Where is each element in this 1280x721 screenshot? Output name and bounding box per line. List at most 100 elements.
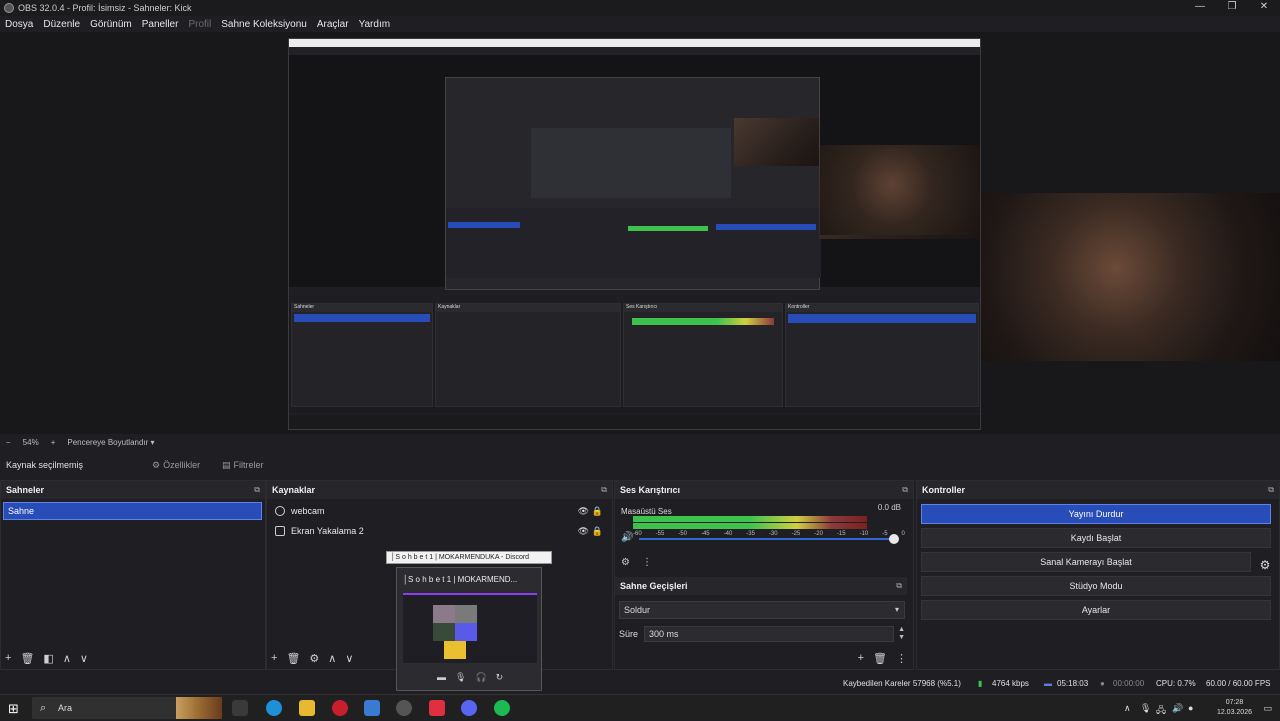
task-view-icon[interactable] <box>232 700 248 716</box>
video-icon[interactable]: ▬ <box>437 672 446 683</box>
mixer-title: Ses Karıştırıcı <box>620 485 681 495</box>
taskbar-search[interactable]: ⌕ Ara <box>32 697 222 719</box>
stop-stream-button[interactable]: Yayını Durdur <box>921 504 1271 524</box>
volume-icon[interactable]: 🔊 <box>1172 703 1183 714</box>
menu-edit[interactable]: Düzenle <box>43 19 80 30</box>
notifications-icon[interactable]: ▭ <box>1263 703 1272 714</box>
settings-button[interactable]: Ayarlar <box>921 600 1271 620</box>
mixer-settings-icon[interactable]: ⚙ <box>621 557 630 568</box>
virtual-camera-settings-icon[interactable]: ⚙ <box>1255 555 1275 575</box>
menu-file[interactable]: Dosya <box>5 19 33 30</box>
zoom-mode-select[interactable]: Pencereye Boyutlandır ▾ <box>67 438 154 447</box>
move-up-button[interactable]: ∧ <box>63 652 71 665</box>
add-source-button[interactable]: + <box>271 652 277 665</box>
maximize-button[interactable]: ❐ <box>1216 0 1248 16</box>
monitor-icon <box>275 526 285 536</box>
scenes-title: Sahneler <box>6 485 45 495</box>
transition-menu-icon[interactable]: ⋮ <box>896 652 907 665</box>
transitions-title: Sahne Geçişleri <box>620 581 688 591</box>
dropped-frames: Kaybedilen Kareler 57968 (%5.1) <box>843 679 961 688</box>
edge-icon[interactable] <box>266 700 282 716</box>
duration-stepper[interactable]: ▲ ▼ <box>898 626 905 642</box>
zoom-out-button[interactable]: − <box>6 438 11 447</box>
transition-select[interactable]: Soldur ▾ <box>619 601 905 619</box>
visibility-eye-icon[interactable]: 👁 <box>578 526 589 537</box>
microphone-icon[interactable]: 🎙 <box>1140 703 1151 714</box>
visibility-eye-icon[interactable]: 👁 <box>578 506 589 517</box>
lock-icon[interactable]: 🔒 <box>592 506 603 517</box>
windows-start-icon[interactable]: ⊞ <box>8 701 19 717</box>
scene-item[interactable]: Sahne <box>3 502 262 520</box>
dock-undock-icon[interactable]: ⧉ <box>254 485 260 495</box>
controls-dock: Kontroller ⧉ Yayını Durdur Kaydı Başlat S… <box>916 480 1280 670</box>
app-tray-icon[interactable]: ● <box>1188 703 1193 713</box>
discord-icon[interactable] <box>461 700 477 716</box>
scene-filters-button[interactable]: ◧ <box>43 652 53 665</box>
mixer-channel: Masaüstü Ses 0.0 dB -60 -55 -50 -45 -40 -35 -3… <box>621 503 905 537</box>
preview-zoom-bar: − 54% + Pencereye Boyutlandır ▾ <box>0 434 1280 450</box>
add-transition-button[interactable]: + <box>858 652 864 665</box>
dock-undock-icon[interactable]: ⧉ <box>896 581 902 591</box>
chevron-down-icon: ▾ <box>894 605 899 614</box>
menu-tools[interactable]: Araçlar <box>317 19 349 30</box>
zoom-in-button[interactable]: + <box>51 438 56 447</box>
volume-slider[interactable]: 🔊 <box>621 532 901 545</box>
clock[interactable]: 07:28 12.03.2026 <box>1217 698 1252 718</box>
popup-title: │S o h b e t 1 | MOKARMEND... <box>403 575 518 584</box>
menu-help[interactable]: Yardım <box>359 19 391 30</box>
mixer-menu-icon[interactable]: ⋮ <box>642 557 652 568</box>
signal-icon: ▮ <box>978 679 983 688</box>
headphones-icon[interactable]: 🎧 <box>475 672 486 683</box>
move-down-button[interactable]: ∨ <box>80 652 88 665</box>
menu-profile[interactable]: Profil <box>188 19 211 30</box>
file-explorer-icon[interactable] <box>299 700 315 716</box>
microphone-icon[interactable]: 🎙 <box>455 672 466 683</box>
source-item-webcam[interactable]: webcam 👁 🔒 <box>275 502 605 520</box>
remove-scene-button[interactable]: 🗑 <box>20 652 34 665</box>
volume-knob[interactable] <box>889 534 899 544</box>
camera-icon <box>275 506 285 516</box>
minimize-button[interactable]: — <box>1184 0 1216 16</box>
dock-undock-icon[interactable]: ⧉ <box>1268 485 1274 495</box>
obs-icon[interactable] <box>396 700 412 716</box>
dock-undock-icon[interactable]: ⧉ <box>601 485 607 495</box>
close-button[interactable]: ✕ <box>1248 0 1280 16</box>
channel-db: 0.0 dB <box>877 503 901 512</box>
remove-transition-button[interactable]: 🗑 <box>873 652 887 665</box>
webcam-feed <box>981 193 1280 361</box>
sources-title: Kaynaklar <box>272 485 316 495</box>
move-up-button[interactable]: ∧ <box>328 652 336 665</box>
menu-view[interactable]: Görünüm <box>90 19 132 30</box>
add-scene-button[interactable]: + <box>5 652 11 665</box>
network-icon[interactable]: 🖧 <box>1156 703 1166 719</box>
studio-mode-button[interactable]: Stüdyo Modu <box>921 576 1271 596</box>
remove-source-button[interactable]: 🗑 <box>286 652 300 665</box>
lock-icon[interactable]: 🔒 <box>592 526 603 537</box>
app-icon[interactable] <box>364 700 380 716</box>
properties-button[interactable]: ⚙ Özellikler <box>152 460 200 471</box>
spotify-icon[interactable] <box>494 700 510 716</box>
menu-docks[interactable]: Paneller <box>142 19 179 30</box>
discord-thumbnail[interactable] <box>403 593 537 663</box>
duration-input[interactable]: 300 ms <box>644 626 895 642</box>
discord-thumbnail-popup[interactable]: │S o h b e t 1 | MOKARMEND... ▬ 🎙 🎧 ↻ <box>396 567 542 691</box>
virtual-camera-button[interactable]: Sanal Kamerayı Başlat <box>921 552 1251 572</box>
disconnect-icon[interactable]: ↻ <box>496 672 504 683</box>
opera-icon[interactable] <box>332 700 348 716</box>
filters-button[interactable]: ▤ Filtreler <box>222 460 264 471</box>
record-time: 00:00:00 <box>1113 679 1145 688</box>
bitrate: 4764 kbps <box>992 679 1029 688</box>
speaker-icon[interactable]: 🔊 <box>621 532 633 543</box>
system-tray: ∧ 🎙 🖧 🔊 ● 07:28 12.03.2026 ▭ <box>1120 695 1280 721</box>
source-properties-button[interactable]: ⚙ <box>309 652 319 665</box>
start-recording-button[interactable]: Kaydı Başlat <box>921 528 1271 548</box>
chevron-up-icon[interactable]: ∧ <box>1124 703 1131 714</box>
fps: 60.00 / 60.00 FPS <box>1206 679 1271 688</box>
webcam-feed-small <box>820 145 980 235</box>
duration-label: Süre <box>619 629 639 639</box>
move-down-button[interactable]: ∨ <box>345 652 353 665</box>
app-icon[interactable] <box>429 700 445 716</box>
source-item-screen-capture[interactable]: Ekran Yakalama 2 👁 🔒 <box>275 522 605 540</box>
dock-undock-icon[interactable]: ⧉ <box>902 485 908 495</box>
menu-scene-collection[interactable]: Sahne Koleksiyonu <box>221 19 307 30</box>
